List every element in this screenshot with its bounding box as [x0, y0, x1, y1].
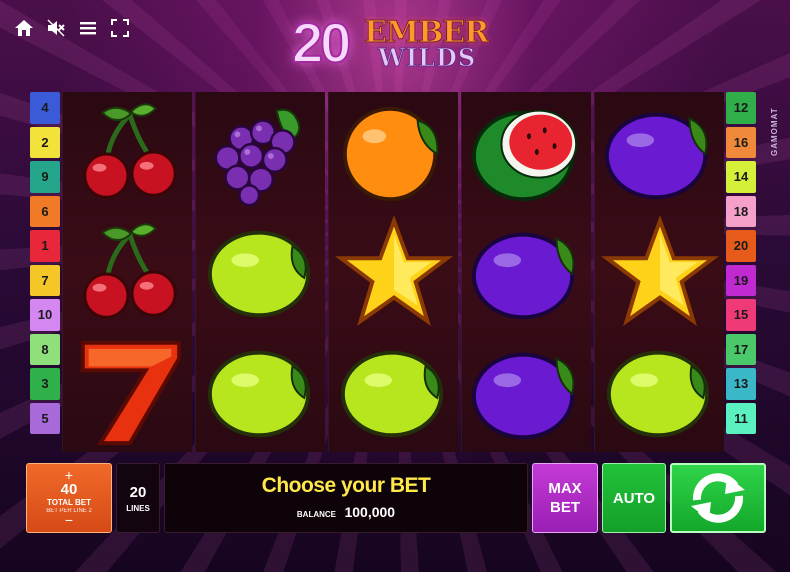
fullscreen-icon[interactable]	[110, 18, 130, 38]
mute-icon[interactable]	[46, 18, 66, 38]
payline-badge-6: 6	[30, 195, 60, 227]
payline-badge-1: 1	[30, 230, 60, 262]
payline-badge-12: 12	[726, 92, 756, 124]
bet-decrease-button[interactable]: −	[27, 513, 111, 527]
auto-spin-button[interactable]: AUTO	[602, 463, 666, 533]
control-panel: + 40 TOTAL BET BET PER LINE 2 − 20 LINES…	[26, 463, 766, 533]
payline-badge-16: 16	[726, 126, 756, 158]
cherry-icon	[64, 93, 192, 211]
reel-3	[328, 92, 458, 452]
payline-badge-9: 9	[30, 161, 60, 193]
plum-icon	[463, 213, 591, 331]
payline-badge-15: 15	[726, 299, 756, 331]
payline-badge-17: 17	[726, 333, 756, 365]
brand-label: GAMOMAT	[770, 107, 779, 156]
reel-4	[461, 92, 591, 452]
reel-grid	[62, 92, 724, 452]
total-bet-value: 40	[60, 481, 78, 498]
balance-label: BALANCE	[296, 510, 337, 519]
payline-badge-14: 14	[726, 161, 756, 193]
home-icon[interactable]	[14, 18, 34, 38]
payline-badge-3: 3	[30, 368, 60, 400]
seven-icon	[64, 333, 192, 451]
bet-increase-button[interactable]: +	[27, 468, 111, 482]
watermelon-icon	[463, 93, 591, 211]
message-panel: Choose your BET BALANCE 100,000	[164, 463, 528, 533]
paylines-left: 4 2 9 6 1 7 10 8 3 5	[30, 92, 60, 434]
orange-icon	[330, 93, 458, 211]
payline-badge-5: 5	[30, 402, 60, 434]
max-bet-button[interactable]: MAX BET	[532, 463, 598, 533]
total-bet-label: TOTAL BET	[47, 498, 91, 507]
payline-badge-18: 18	[726, 195, 756, 227]
payline-badge-19: 19	[726, 264, 756, 296]
menu-icon[interactable]	[78, 18, 98, 38]
top-toolbar	[14, 18, 130, 38]
plum-icon	[463, 333, 591, 451]
status-message: Choose your BET	[261, 474, 431, 497]
refresh-arrows-icon	[691, 473, 745, 523]
reel-1	[62, 92, 192, 452]
payline-badge-2: 2	[30, 126, 60, 158]
plum-icon	[596, 93, 724, 211]
bet-per-line-label: BET PER LINE 2	[46, 508, 92, 514]
cherry-icon	[64, 213, 192, 331]
lemon-icon	[197, 333, 325, 451]
star-icon	[330, 213, 458, 331]
balance-display: BALANCE 100,000	[165, 504, 527, 522]
payline-badge-20: 20	[726, 230, 756, 262]
payline-badge-7: 7	[30, 264, 60, 296]
grapes-icon	[197, 93, 325, 211]
reel-2	[195, 92, 325, 452]
lemon-icon	[596, 333, 724, 451]
payline-badge-13: 13	[726, 368, 756, 400]
lines-display: 20 LINES	[116, 463, 160, 533]
payline-badge-8: 8	[30, 333, 60, 365]
lines-label: LINES	[126, 503, 150, 513]
spin-button[interactable]	[670, 463, 766, 533]
total-bet-control: + 40 TOTAL BET BET PER LINE 2 −	[26, 463, 112, 533]
payline-badge-4: 4	[30, 92, 60, 124]
balance-value: 100,000	[344, 504, 396, 520]
logo-word-wilds: WILDS	[377, 43, 477, 72]
lemon-icon	[197, 213, 325, 331]
lemon-icon	[330, 333, 458, 451]
payline-badge-11: 11	[726, 402, 756, 434]
paylines-right: 12 16 14 18 20 19 15 17 13 11	[726, 92, 756, 434]
lines-value: 20	[129, 483, 147, 501]
logo-number: 20	[291, 11, 352, 75]
game-logo: 20 EMBER WILDS	[291, 11, 492, 75]
star-icon	[596, 213, 724, 331]
reel-5	[594, 92, 724, 452]
payline-badge-10: 10	[30, 299, 60, 331]
